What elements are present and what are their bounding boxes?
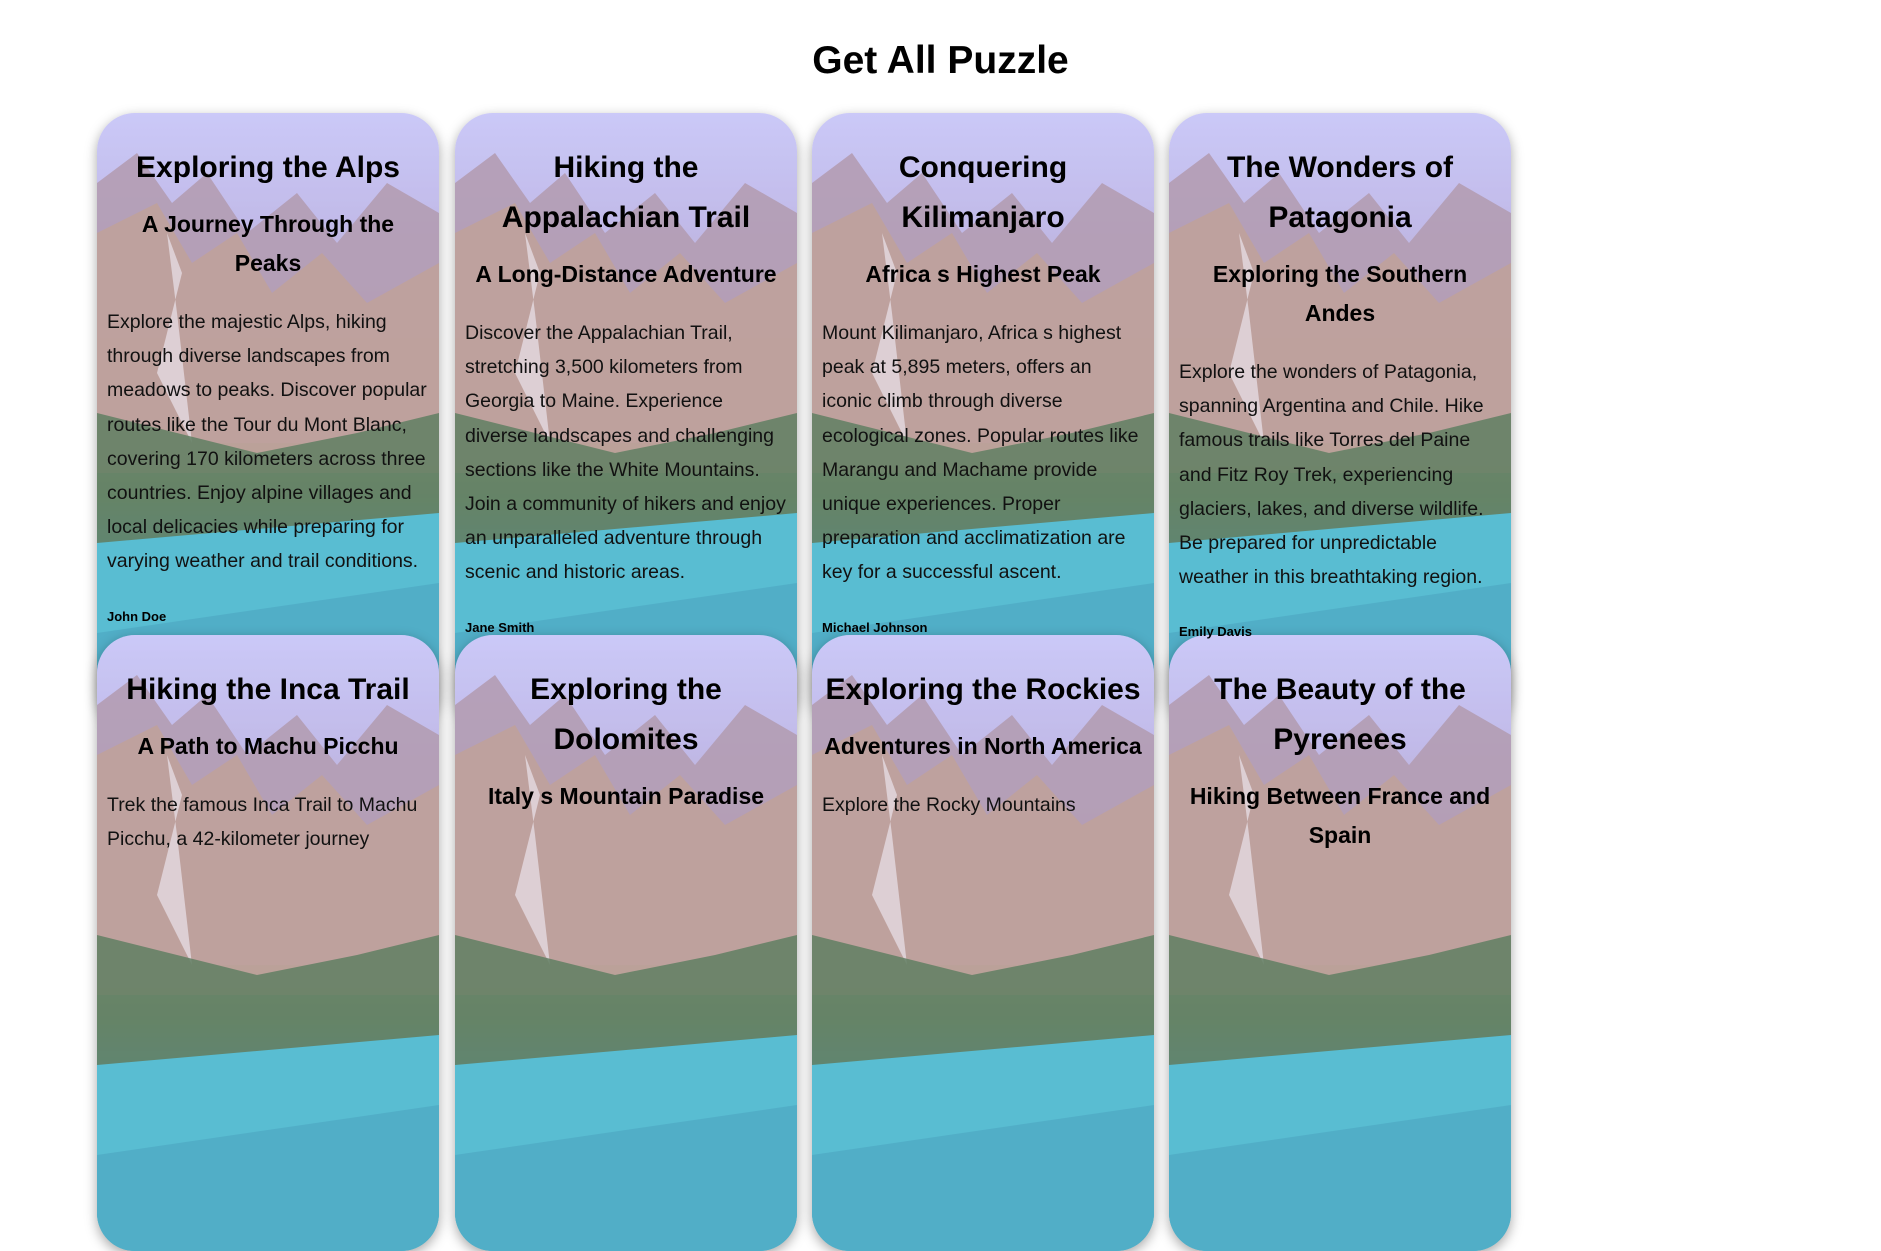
card-title: The Wonders of Patagonia bbox=[1226, 151, 1454, 234]
card-content: Hiking the Inca Trail A Path to Machu Pi… bbox=[107, 635, 429, 856]
card-author: Michael Johnson bbox=[822, 619, 928, 635]
card-content: Exploring the Alps A Journey Through the… bbox=[107, 113, 429, 624]
card-title: Hiking the Appalachian Trail bbox=[501, 151, 751, 234]
puzzle-card[interactable]: The Beauty of the Pyrenees Hiking Betwee… bbox=[1169, 635, 1511, 1251]
card-content: The Wonders of Patagonia Exploring the S… bbox=[1179, 113, 1501, 639]
card-author: John Doe bbox=[107, 608, 167, 624]
card-subtitle: A Path to Machu Picchu bbox=[137, 733, 399, 759]
card-subtitle: Adventures in North America bbox=[824, 733, 1142, 759]
puzzle-card[interactable]: Exploring the Rockies Adventures in Nort… bbox=[812, 635, 1154, 1251]
card-subtitle: Italy s Mountain Paradise bbox=[487, 783, 765, 809]
card-title: The Beauty of the Pyrenees bbox=[1214, 673, 1466, 756]
card-subtitle: Exploring the Southern Andes bbox=[1212, 261, 1468, 326]
card-title: Conquering Kilimanjaro bbox=[898, 151, 1068, 234]
card-content: The Beauty of the Pyrenees Hiking Betwee… bbox=[1179, 635, 1501, 855]
card-description: Explore the wonders of Patagonia, spanni… bbox=[1179, 361, 1484, 589]
card-description: Mount Kilimanjaro, Africa s highest peak… bbox=[822, 322, 1139, 584]
card-description: Explore the Rocky Mountains bbox=[822, 794, 1076, 816]
card-title: Exploring the Alps bbox=[136, 151, 400, 184]
puzzle-card[interactable]: Hiking the Inca Trail A Path to Machu Pi… bbox=[97, 635, 439, 1251]
card-content: Exploring the Rockies Adventures in Nort… bbox=[822, 635, 1144, 822]
card-title: Hiking the Inca Trail bbox=[126, 673, 410, 706]
card-author: Jane Smith bbox=[465, 619, 535, 635]
card-subtitle: Africa s Highest Peak bbox=[865, 261, 1101, 287]
card-title: Exploring the Rockies bbox=[825, 673, 1141, 706]
card-description: Explore the majestic Alps, hiking throug… bbox=[107, 311, 427, 573]
card-content: Hiking the Appalachian Trail A Long-Dist… bbox=[465, 113, 787, 635]
card-subtitle: Hiking Between France and Spain bbox=[1189, 783, 1491, 848]
card-title: Exploring the Dolomites bbox=[530, 673, 722, 756]
card-description: Discover the Appalachian Trail, stretchi… bbox=[465, 322, 786, 584]
card-content: Conquering Kilimanjaro Africa s Highest … bbox=[822, 113, 1144, 635]
puzzle-card[interactable]: Exploring the Dolomites Italy s Mountain… bbox=[455, 635, 797, 1251]
card-subtitle: A Long-Distance Adventure bbox=[475, 261, 777, 287]
puzzle-grid: Exploring the Alps A Journey Through the… bbox=[0, 0, 1881, 1251]
card-subtitle: A Journey Through the Peaks bbox=[141, 211, 395, 276]
card-description: Trek the famous Inca Trail to Machu Picc… bbox=[107, 794, 418, 851]
card-content: Exploring the Dolomites Italy s Mountain… bbox=[465, 635, 787, 816]
